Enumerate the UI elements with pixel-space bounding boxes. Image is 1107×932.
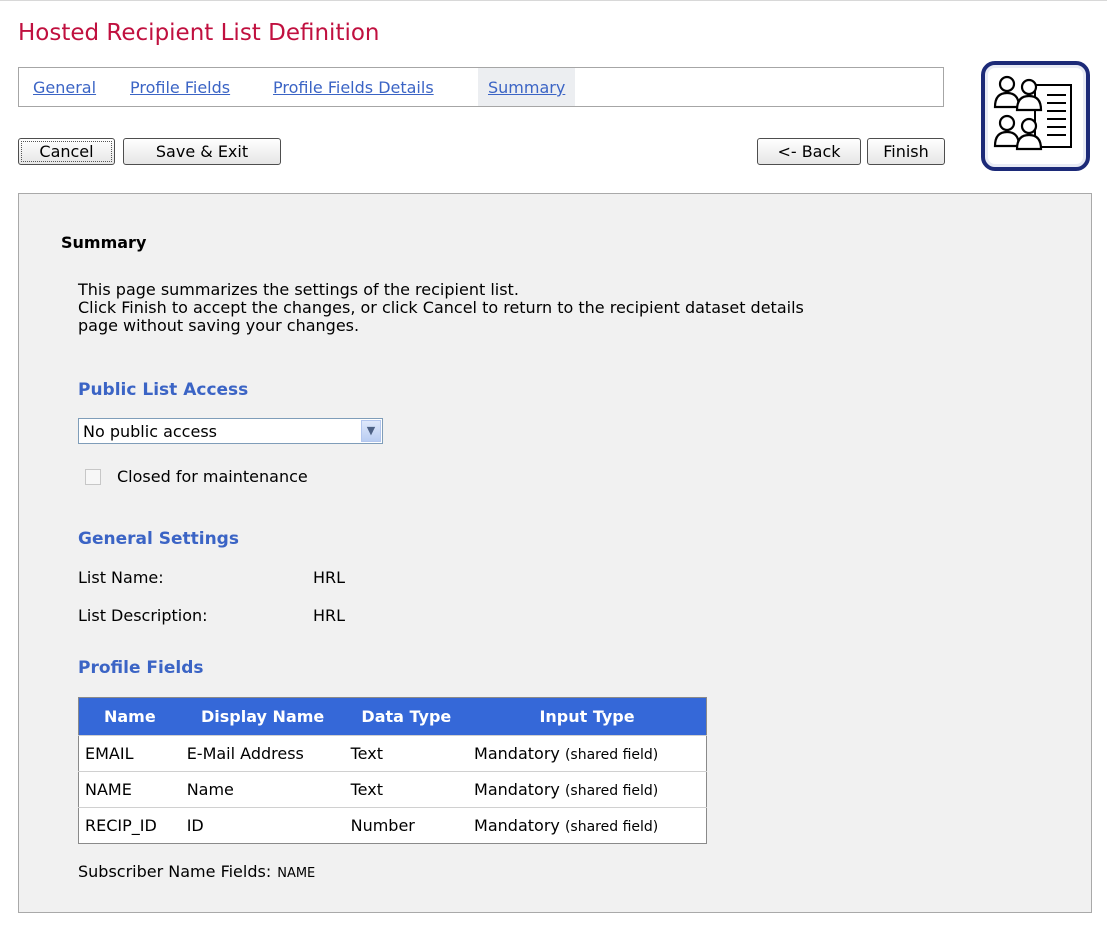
field-name: RECIP_ID [78,807,181,844]
page-title: Hosted Recipient List Definition [18,20,380,46]
field-data-type: Text [344,735,469,772]
intro-line: Click Finish to accept the changes, or c… [78,298,804,317]
profile-fields-heading: Profile Fields [78,658,204,678]
list-description-value: HRL [313,606,346,625]
recipient-list-icon [981,61,1090,171]
intro-line: page without saving your changes. [78,316,360,335]
input-type-value: Mandatory [474,816,560,835]
public-access-heading: Public List Access [78,380,249,400]
list-description-label: List Description: [78,606,208,625]
tab-profile-fields[interactable]: Profile Fields [130,68,230,106]
intro-line: This page summarizes the settings of the… [78,280,519,299]
tab-general[interactable]: General [33,68,96,106]
field-input-type: Mandatory (shared field) [468,735,707,772]
finish-button[interactable]: Finish [867,138,945,165]
general-settings-heading: General Settings [78,529,239,549]
chevron-down-icon[interactable]: ▼ [361,420,381,442]
field-display-name: ID [180,807,345,844]
top-border [0,0,1107,1]
column-header: Input Type [468,697,707,736]
column-header: Data Type [344,697,469,736]
tab-profile-fields-details[interactable]: Profile Fields Details [273,68,434,106]
summary-heading: Summary [61,233,147,252]
field-display-name: Name [180,771,345,808]
tab-summary[interactable]: Summary [478,68,576,106]
public-access-select[interactable]: No public access ▼ [78,418,383,444]
field-name: EMAIL [78,735,181,772]
table-header-row: Name Display Name Data Type Input Type [78,697,707,736]
profile-fields-table: Name Display Name Data Type Input Type E… [78,697,707,844]
table-row: RECIP_ID ID Number Mandatory (shared fie… [78,807,707,844]
save-exit-button[interactable]: Save & Exit [123,138,281,165]
table-row: NAME Name Text Mandatory (shared field) [78,771,707,808]
list-name-label: List Name: [78,568,164,587]
table-row: EMAIL E-Mail Address Text Mandatory (sha… [78,735,707,772]
input-type-note: (shared field) [564,747,659,763]
input-type-value: Mandatory [474,744,560,763]
public-access-value: No public access [83,422,217,441]
maintenance-checkbox[interactable] [85,469,101,485]
subscriber-label: Subscriber Name Fields: [78,862,272,881]
input-type-value: Mandatory [474,780,560,799]
subscriber-name-fields: Subscriber Name Fields: NAME [78,862,315,881]
maintenance-label: Closed for maintenance [117,467,308,486]
input-type-note: (shared field) [564,819,659,835]
cancel-button[interactable]: Cancel [18,138,115,165]
subscriber-value: NAME [277,866,316,881]
field-data-type: Text [344,771,469,808]
column-header: Display Name [180,697,345,736]
field-data-type: Number [344,807,469,844]
list-name-value: HRL [313,568,346,587]
column-header: Name [78,697,181,736]
field-input-type: Mandatory (shared field) [468,807,707,844]
back-button[interactable]: <- Back [757,138,861,165]
wizard-tabs: General Profile Fields Profile Fields De… [18,67,944,107]
field-display-name: E-Mail Address [180,735,345,772]
field-name: NAME [78,771,181,808]
field-input-type: Mandatory (shared field) [468,771,707,808]
summary-intro: This page summarizes the settings of the… [78,281,804,335]
input-type-note: (shared field) [564,783,659,799]
